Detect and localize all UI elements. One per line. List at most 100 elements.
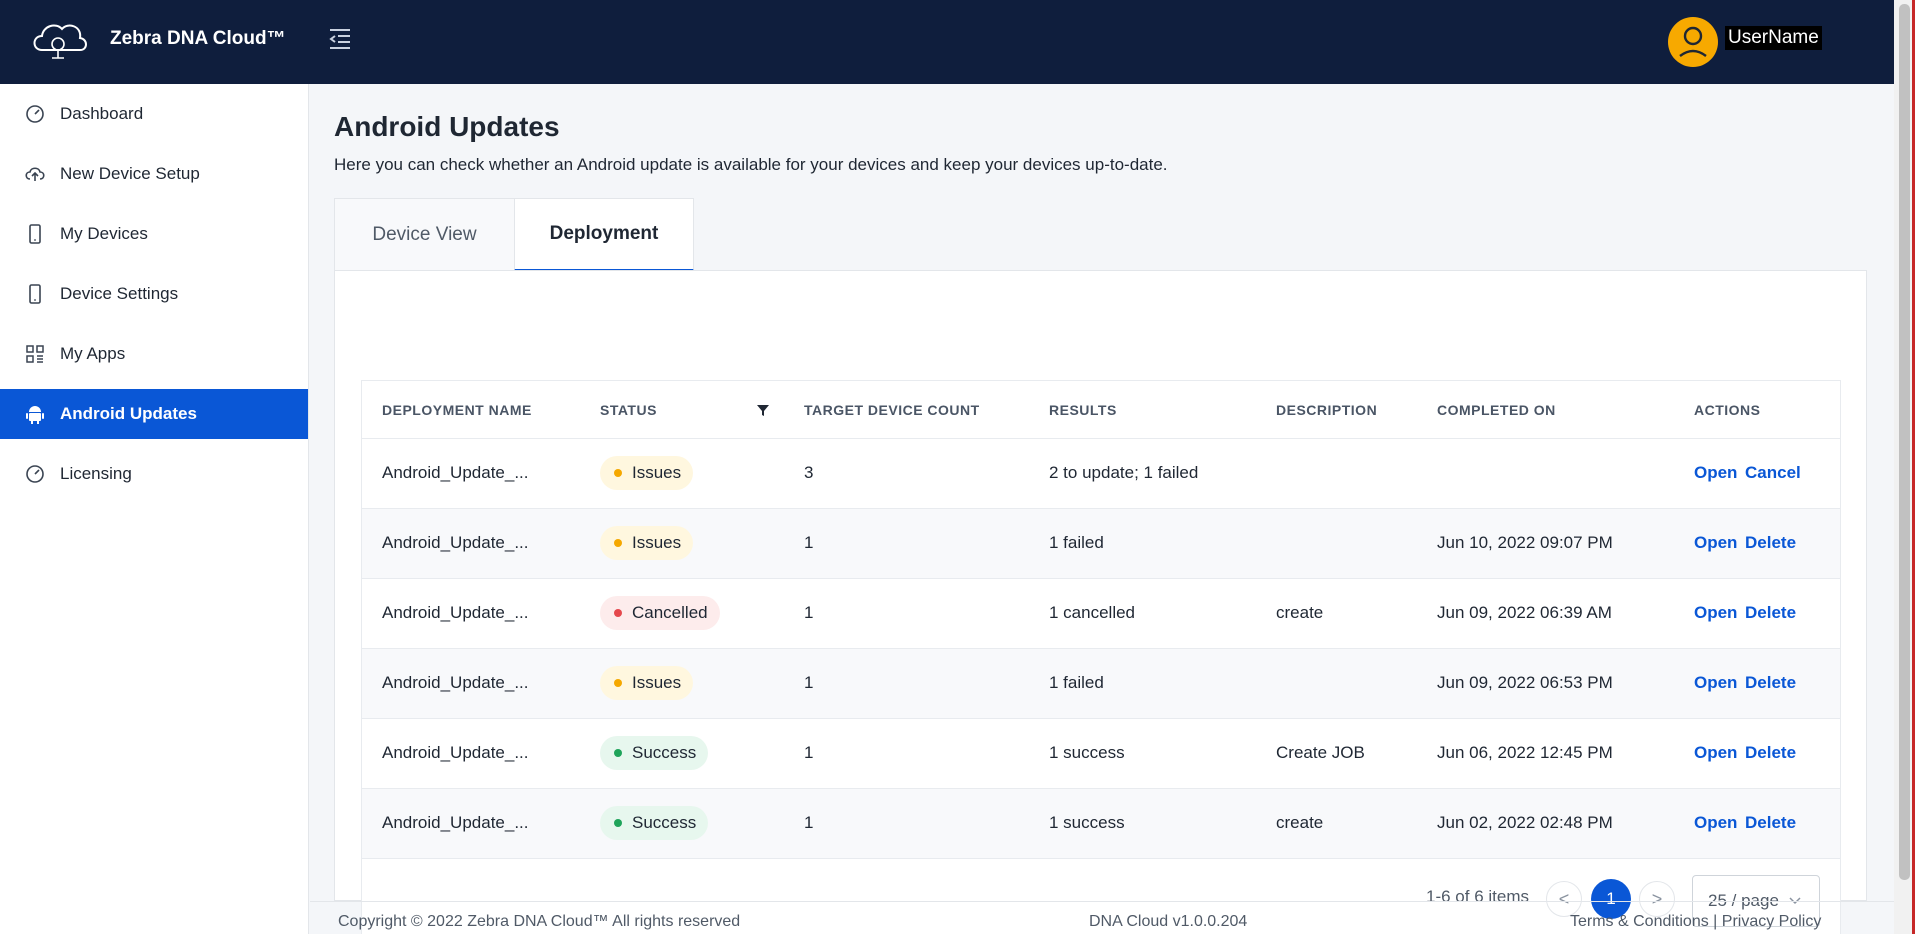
table-header: DEPLOYMENT NAME STATUS TARGET DEVICE COU… <box>362 381 1840 439</box>
deployment-table: DEPLOYMENT NAME STATUS TARGET DEVICE COU… <box>361 380 1841 934</box>
target-device-count: 1 <box>804 743 814 762</box>
footer-links[interactable]: Terms & Conditions | Privacy Policy <box>1570 913 1821 931</box>
deployment-name: Android_Update_... <box>382 533 529 552</box>
page-title: Android Updates <box>334 111 560 142</box>
status-badge: Issues <box>600 526 694 560</box>
results: 1 failed <box>1049 533 1104 552</box>
delete-link[interactable]: Delete <box>1745 533 1796 553</box>
status-dot-icon <box>614 819 622 827</box>
user-icon <box>1679 26 1707 57</box>
footer: Copyright © 2022 Zebra DNA Cloud™ All ri… <box>310 901 1894 934</box>
table-row: Android_Update_... Issues 3 2 to update;… <box>362 439 1840 509</box>
completed-on: Jun 06, 2022 12:45 PM <box>1437 743 1613 762</box>
sidebar-item-label: Licensing <box>60 464 132 483</box>
column-header: ACTIONS <box>1694 402 1761 418</box>
column-header[interactable]: DESCRIPTION <box>1276 402 1377 418</box>
column-header[interactable]: DEPLOYMENT NAME <box>382 402 532 418</box>
footer-copyright: Copyright © 2022 Zebra DNA Cloud™ All ri… <box>338 913 741 930</box>
results: 1 success <box>1049 813 1125 832</box>
description: Create JOB <box>1276 743 1365 762</box>
status-badge: Issues <box>600 666 694 700</box>
deployment-name: Android_Update_... <box>382 743 529 762</box>
status-badge-label: Issues <box>632 463 682 482</box>
cancel-link[interactable]: Cancel <box>1745 463 1801 483</box>
android-icon <box>24 403 46 425</box>
description: create <box>1276 813 1324 832</box>
delete-link[interactable]: Delete <box>1745 743 1796 763</box>
results: 1 success <box>1049 743 1125 762</box>
tab-device-view[interactable]: Device View <box>334 198 515 271</box>
user-avatar[interactable] <box>1668 17 1718 67</box>
results: 2 to update; 1 failed <box>1049 463 1199 482</box>
cloud-upload-icon <box>24 163 46 185</box>
deployment-name: Android_Update_... <box>382 603 529 622</box>
open-link[interactable]: Open <box>1694 673 1737 693</box>
username-label[interactable]: UserName <box>1725 26 1822 50</box>
status-badge-label: Issues <box>632 673 682 692</box>
table-row: Android_Update_... Issues 1 1 failed Jun… <box>362 649 1840 719</box>
column-header[interactable]: COMPLETED ON <box>1437 402 1556 418</box>
open-link[interactable]: Open <box>1694 533 1737 553</box>
sidebar-item-label: Device Settings <box>60 284 179 303</box>
sidebar-item-label: Dashboard <box>60 104 144 123</box>
footer-version: DNA Cloud v1.0.0.204 <box>1089 913 1248 930</box>
column-header[interactable]: STATUS <box>600 402 657 418</box>
table-row: Android_Update_... Success 1 1 success c… <box>362 789 1840 859</box>
collapse-menu-icon[interactable] <box>326 25 354 53</box>
target-device-count: 1 <box>804 673 814 692</box>
deployment-panel: DEPLOYMENT NAME STATUS TARGET DEVICE COU… <box>334 270 1867 934</box>
status-badge: Success <box>600 806 709 840</box>
sidebar-item-dashboard[interactable]: Dashboard <box>0 89 308 139</box>
deployment-name: Android_Update_... <box>382 673 529 692</box>
deployment-name: Android_Update_... <box>382 463 529 482</box>
description: create <box>1276 603 1324 622</box>
apps-grid-icon <box>24 343 46 365</box>
status-dot-icon <box>614 749 622 757</box>
completed-on: Jun 10, 2022 09:07 PM <box>1437 533 1613 552</box>
delete-link[interactable]: Delete <box>1745 603 1796 623</box>
table-row: Android_Update_... Cancelled 1 1 cancell… <box>362 579 1840 649</box>
sidebar-item-device-settings[interactable]: Device Settings <box>0 269 308 319</box>
delete-link[interactable]: Delete <box>1745 813 1796 833</box>
status-dot-icon <box>614 609 622 617</box>
page-scrollbar[interactable] <box>1894 0 1915 934</box>
column-header[interactable]: TARGET DEVICE COUNT <box>804 402 980 418</box>
status-badge: Issues <box>600 456 694 490</box>
table-row: Android_Update_... Issues 1 1 failed Jun… <box>362 509 1840 579</box>
phone-icon <box>24 223 46 245</box>
sidebar-item-label: My Apps <box>60 344 126 363</box>
filter-icon[interactable] <box>756 403 770 417</box>
cloud-logo-icon <box>33 24 87 59</box>
sidebar: Dashboard New Device Setup My Devices De… <box>0 84 309 934</box>
scrollbar-thumb[interactable] <box>1899 4 1910 880</box>
open-link[interactable]: Open <box>1694 603 1737 623</box>
sidebar-item-my-devices[interactable]: My Devices <box>0 209 308 259</box>
main-content: Android Updates Here you can check wheth… <box>310 84 1894 934</box>
sidebar-item-label: My Devices <box>60 224 148 243</box>
completed-on: Jun 02, 2022 02:48 PM <box>1437 813 1613 832</box>
page-description: Here you can check whether an Android up… <box>334 155 1168 174</box>
open-link[interactable]: Open <box>1694 743 1737 763</box>
results: 1 failed <box>1049 673 1104 692</box>
delete-link[interactable]: Delete <box>1745 673 1796 693</box>
open-link[interactable]: Open <box>1694 463 1737 483</box>
column-header[interactable]: RESULTS <box>1049 402 1117 418</box>
top-bar: Zebra DNA Cloud™ UserName <box>0 0 1894 84</box>
gauge-icon <box>24 103 46 125</box>
results: 1 cancelled <box>1049 603 1136 622</box>
status-badge-label: Success <box>632 813 697 832</box>
status-dot-icon <box>614 469 622 477</box>
sidebar-item-my-apps[interactable]: My Apps <box>0 329 308 379</box>
sidebar-item-android-updates[interactable]: Android Updates <box>0 389 308 439</box>
app-name: Zebra DNA Cloud™ <box>110 28 286 49</box>
phone-icon <box>24 283 46 305</box>
open-link[interactable]: Open <box>1694 813 1737 833</box>
status-badge: Cancelled <box>600 596 720 630</box>
tab-deployment[interactable]: Deployment <box>514 198 694 271</box>
sidebar-item-new-device-setup[interactable]: New Device Setup <box>0 149 308 199</box>
status-badge-label: Issues <box>632 533 682 552</box>
sidebar-item-licensing[interactable]: Licensing <box>0 449 308 499</box>
target-device-count: 1 <box>804 813 814 832</box>
target-device-count: 1 <box>804 533 814 552</box>
status-dot-icon <box>614 539 622 547</box>
